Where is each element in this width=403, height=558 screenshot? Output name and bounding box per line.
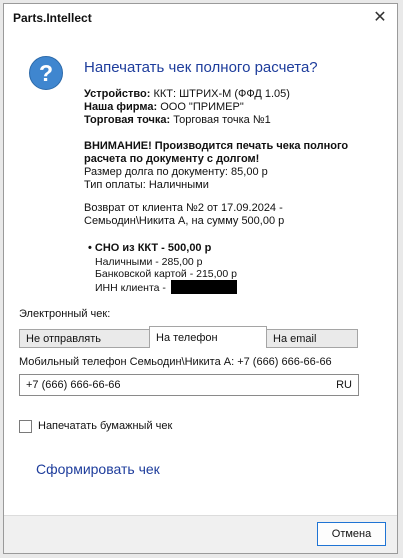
phone-input-value: +7 (666) 666-66-66 <box>26 379 121 391</box>
question-icon: ? <box>29 56 63 90</box>
close-icon[interactable]: ✕ <box>372 7 388 27</box>
info-block: Устройство: ККТ: ШТРИХ-М (ФФД 1.05) Наша… <box>84 88 290 127</box>
window-title: Parts.Intellect <box>13 11 92 25</box>
warning-line-1: ВНИМАНИЕ! Производится печать чека полно… <box>84 140 349 152</box>
sno-cash: Наличными - 285,00 р <box>95 256 203 268</box>
title-bar: Parts.Intellect ✕ <box>4 4 397 31</box>
refund-line-1: Возврат от клиента №2 от 17.09.2024 - <box>84 202 283 214</box>
refund-block: Возврат от клиента №2 от 17.09.2024 - Се… <box>84 202 284 228</box>
warning-line-2: расчета по документу с долгом! <box>84 153 260 165</box>
bullet-glyph: • <box>88 242 92 254</box>
warning-block: ВНИМАНИЕ! Производится печать чека полно… <box>84 140 348 192</box>
print-paper-label[interactable]: Напечатать бумажный чек <box>38 420 172 432</box>
debt-text: Размер долга по документу: 85,00 р <box>84 166 268 178</box>
receipt-tabs: Не отправлять На телефон На email <box>19 326 358 348</box>
print-paper-checkbox[interactable] <box>19 420 32 433</box>
device-value: ККТ: ШТРИХ-М (ФФД 1.05) <box>153 88 290 100</box>
tab-no-send[interactable]: Не отправлять <box>19 329 150 348</box>
tab-phone[interactable]: На телефон <box>149 326 267 348</box>
country-code: RU <box>336 379 352 391</box>
sno-inn: ИНН клиента - <box>95 280 237 294</box>
sno-title: • СНО из ККТ - 500,00 р <box>88 242 211 254</box>
payment-type-text: Тип оплаты: Наличными <box>84 179 209 191</box>
company-label: Наша фирма: <box>84 101 158 113</box>
electronic-receipt-label: Электронный чек: <box>19 308 111 320</box>
company-value: ООО "ПРИМЕР" <box>160 101 244 113</box>
refund-line-2: Семьодин\Никита А, на сумму 500,00 р <box>84 215 285 227</box>
tab-email[interactable]: На email <box>266 329 358 348</box>
dialog-footer: Отмена <box>4 515 397 553</box>
phone-label: Мобильный телефон Семьодин\Никита А: +7 … <box>19 356 332 368</box>
redacted-inn <box>170 280 237 294</box>
point-label: Торговая точка: <box>84 114 171 126</box>
dialog-heading: Напечатать чек полного расчета? <box>84 59 318 76</box>
cancel-button[interactable]: Отмена <box>317 522 386 546</box>
point-value: Торговая точка №1 <box>173 114 271 126</box>
generate-receipt-link[interactable]: Сформировать чек <box>36 461 160 477</box>
device-label: Устройство: <box>84 88 151 100</box>
sno-title-text: СНО из ККТ - 500,00 р <box>94 242 212 254</box>
phone-input[interactable]: +7 (666) 666-66-66 RU <box>19 374 359 396</box>
inn-label: ИНН клиента - <box>95 282 169 294</box>
sno-card: Банковской картой - 215,00 р <box>95 268 237 280</box>
dialog-window: Parts.Intellect ✕ ? Напечатать чек полно… <box>3 3 398 554</box>
